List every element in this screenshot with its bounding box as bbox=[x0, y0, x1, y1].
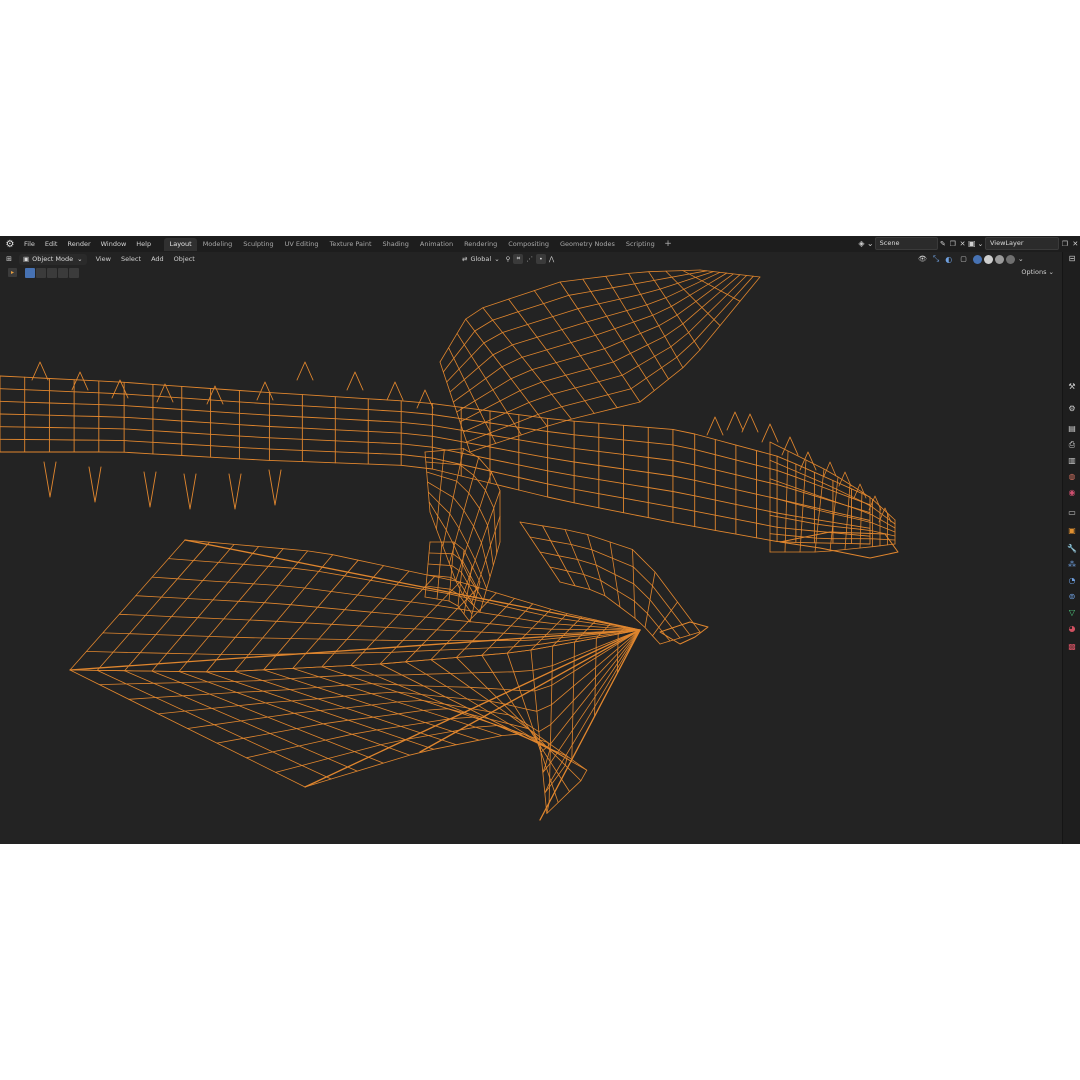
scene-properties-icon[interactable]: ◍ bbox=[1067, 472, 1077, 482]
scene-icon[interactable]: ◈ bbox=[857, 239, 866, 249]
data-icon[interactable]: ▽ bbox=[1067, 608, 1077, 618]
tab-rendering[interactable]: Rendering bbox=[459, 238, 503, 251]
tab-texture-paint[interactable]: Texture Paint bbox=[324, 238, 377, 251]
visibility-icon[interactable]: 👁 bbox=[918, 255, 927, 263]
falloff-icon[interactable]: ⋀ bbox=[549, 255, 554, 263]
blender-logo-icon[interactable]: ⚙ bbox=[3, 237, 17, 251]
modifier-icon[interactable]: 🔧 bbox=[1067, 544, 1077, 554]
particles-icon[interactable]: ⁂ bbox=[1067, 560, 1077, 570]
material-shading-icon[interactable] bbox=[994, 254, 1004, 264]
menu-render[interactable]: Render bbox=[62, 236, 95, 252]
menu-edit[interactable]: Edit bbox=[40, 236, 63, 252]
view-layer-properties-icon[interactable]: ▥ bbox=[1067, 456, 1077, 466]
pin-icon[interactable]: ✎ bbox=[939, 239, 948, 249]
options-dropdown[interactable]: Options ⌄ bbox=[1021, 268, 1054, 276]
transform-tools: ⇄ Global ⌄ ⚲ ⌗ ⋰ • ⋀ bbox=[462, 253, 554, 265]
tab-modeling[interactable]: Modeling bbox=[197, 238, 238, 251]
solid-shading-icon[interactable] bbox=[983, 254, 993, 264]
blender-window: ⚙ File Edit Render Window Help Layout Mo… bbox=[0, 236, 1080, 844]
select-invert-icon[interactable] bbox=[58, 268, 68, 278]
tab-uv-editing[interactable]: UV Editing bbox=[279, 238, 324, 251]
add-workspace-button[interactable]: + bbox=[660, 238, 676, 251]
gizmo-icon[interactable]: ⤡ bbox=[933, 254, 939, 264]
view-layer-icon[interactable]: ▣ bbox=[968, 239, 977, 248]
tab-shading[interactable]: Shading bbox=[377, 238, 414, 251]
object-mode-icon: ▣ bbox=[23, 255, 30, 263]
properties-tabs: ⊟ ⚒ ⚙ ▤ ⎙ ▥ ◍ ◉ ▭ ▣ 🔧 ⁂ ◔ ⊚ ▽ ◕ ▩ bbox=[1062, 252, 1080, 844]
new-scene-icon[interactable]: ❐ bbox=[948, 239, 957, 249]
snap-icon[interactable]: ⌗ bbox=[513, 254, 524, 264]
properties-editor-icon[interactable]: ⊟ bbox=[1067, 254, 1077, 264]
menu-file[interactable]: File bbox=[19, 236, 40, 252]
options-label: Options bbox=[1021, 268, 1047, 276]
select-subtract-icon[interactable] bbox=[47, 268, 57, 278]
menu-view[interactable]: View bbox=[91, 255, 116, 263]
menu-select[interactable]: Select bbox=[116, 255, 146, 263]
scene-name-field[interactable]: Scene bbox=[874, 237, 938, 250]
pivot-icon[interactable]: ⚲ bbox=[506, 255, 511, 263]
transform-orientation-dropdown[interactable]: Global bbox=[470, 255, 491, 263]
workspace-tabs: Layout Modeling Sculpting UV Editing Tex… bbox=[164, 236, 676, 252]
select-tool-icon[interactable]: ▸ bbox=[8, 268, 17, 277]
view-layer-name-field[interactable]: ViewLayer bbox=[984, 237, 1060, 250]
viewport-menus: View Select Add Object bbox=[91, 255, 200, 263]
menu-window[interactable]: Window bbox=[96, 236, 132, 252]
collection-icon[interactable]: ▭ bbox=[1067, 508, 1077, 518]
display-tools: 👁 ⤡ ◐ ▢ ⌄ bbox=[918, 253, 1024, 265]
chevron-down-icon[interactable]: ⌄ bbox=[1018, 255, 1024, 263]
tab-compositing[interactable]: Compositing bbox=[503, 238, 555, 251]
snap-target-icon[interactable]: ⋰ bbox=[526, 255, 533, 263]
proportional-editing-icon[interactable]: • bbox=[535, 254, 546, 264]
menu-add[interactable]: Add bbox=[146, 255, 169, 263]
overlay-icon[interactable]: ◐ bbox=[945, 255, 952, 264]
3d-viewport[interactable] bbox=[0, 252, 1062, 844]
main-menu: File Edit Render Window Help bbox=[19, 236, 156, 252]
close-icon[interactable]: ✕ bbox=[1071, 239, 1080, 249]
output-icon[interactable]: ⎙ bbox=[1067, 440, 1077, 450]
physics-icon[interactable]: ◔ bbox=[1067, 576, 1077, 586]
constraints-icon[interactable]: ⊚ bbox=[1067, 592, 1077, 602]
material-icon[interactable]: ◕ bbox=[1067, 624, 1077, 634]
tab-layout[interactable]: Layout bbox=[164, 237, 198, 251]
mode-label: Object Mode bbox=[32, 255, 74, 263]
dragon-wireframe[interactable] bbox=[0, 252, 1062, 844]
world-icon[interactable]: ◉ bbox=[1067, 488, 1077, 498]
chevron-down-icon: ⌄ bbox=[977, 239, 984, 248]
rendered-shading-icon[interactable] bbox=[1005, 254, 1015, 264]
select-new-icon[interactable] bbox=[25, 268, 35, 278]
mode-dropdown[interactable]: ▣ Object Mode ⌄ bbox=[19, 253, 87, 265]
select-extend-icon[interactable] bbox=[36, 268, 46, 278]
chevron-down-icon: ⌄ bbox=[494, 255, 500, 263]
viewport-editor-icon[interactable]: ⊞ bbox=[3, 255, 15, 263]
orientation-icon: ⇄ bbox=[462, 255, 468, 263]
tab-sculpting[interactable]: Sculpting bbox=[238, 238, 279, 251]
object-properties-icon[interactable]: ▣ bbox=[1067, 526, 1077, 536]
xray-icon[interactable]: ▢ bbox=[960, 255, 967, 263]
tab-geometry-nodes[interactable]: Geometry Nodes bbox=[555, 238, 621, 251]
view-layer-selector: ▣ ⌄ ViewLayer ❐ ✕ bbox=[968, 237, 1080, 250]
chevron-down-icon: ⌄ bbox=[77, 255, 83, 263]
top-menu-bar: ⚙ File Edit Render Window Help Layout Mo… bbox=[0, 236, 1080, 252]
tool-settings-icon[interactable]: ⚙ bbox=[1067, 404, 1077, 414]
menu-object[interactable]: Object bbox=[169, 255, 200, 263]
render-icon[interactable]: ▤ bbox=[1067, 424, 1077, 434]
menu-help[interactable]: Help bbox=[131, 236, 156, 252]
tool-settings-row: ▸ Options ⌄ bbox=[0, 266, 1062, 280]
tab-animation[interactable]: Animation bbox=[414, 238, 458, 251]
tool-icon[interactable]: ⚒ bbox=[1067, 382, 1077, 392]
tab-scripting[interactable]: Scripting bbox=[620, 238, 660, 251]
chevron-down-icon: ⌄ bbox=[866, 238, 874, 248]
new-view-layer-icon[interactable]: ❐ bbox=[1060, 239, 1069, 249]
scene-selector: ◈ ⌄ Scene ✎ ❐ ✕ bbox=[857, 237, 967, 250]
wireframe-shading-icon[interactable] bbox=[972, 254, 982, 264]
texture-icon[interactable]: ▩ bbox=[1067, 642, 1077, 652]
close-icon[interactable]: ✕ bbox=[958, 239, 967, 249]
selection-mode-buttons bbox=[25, 268, 80, 278]
viewport-header: ⊞ ▣ Object Mode ⌄ View Select Add Object… bbox=[0, 252, 1062, 266]
select-intersect-icon[interactable] bbox=[69, 268, 79, 278]
